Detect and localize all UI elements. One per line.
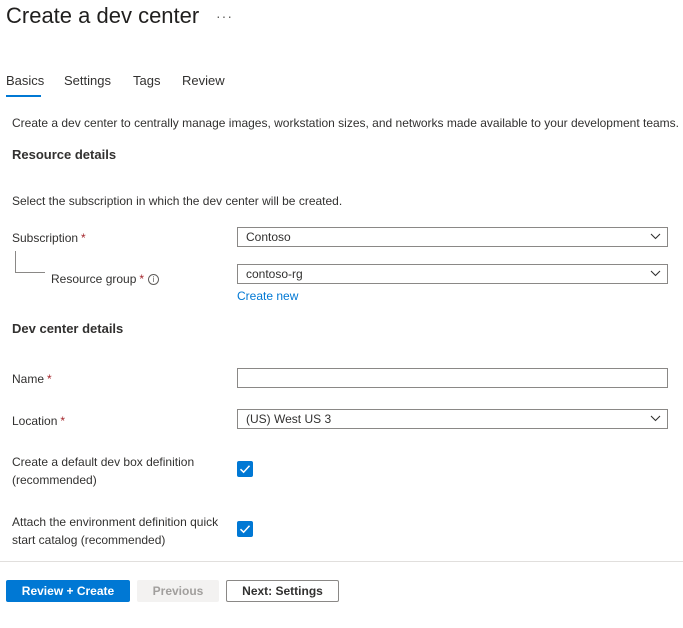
env-catalog-label-line1: Attach the environment definition quick (12, 515, 219, 529)
page-title: Create a dev center (6, 3, 200, 28)
default-dev-box-checkbox[interactable] (237, 461, 253, 477)
required-indicator: * (81, 231, 86, 245)
tab-settings[interactable]: Settings (64, 73, 111, 88)
checkmark-icon (239, 525, 251, 534)
subscription-description: Select the subscription in which the dev… (12, 194, 343, 208)
resource-details-heading: Resource details (12, 147, 117, 162)
env-catalog-checkbox[interactable] (237, 521, 253, 537)
location-dropdown[interactable]: (US) West US 3 (237, 409, 668, 429)
required-indicator: * (139, 272, 145, 286)
resource-group-dropdown[interactable]: contoso-rg (237, 264, 668, 284)
subscription-dropdown[interactable]: Contoso (237, 227, 668, 247)
required-indicator: * (47, 372, 52, 386)
location-label: Location * (12, 414, 65, 428)
subscription-label: Subscription * (12, 231, 86, 245)
name-input[interactable] (237, 368, 668, 388)
chevron-down-icon (650, 233, 661, 240)
create-new-link[interactable]: Create new (237, 289, 298, 303)
tab-basics[interactable]: Basics (6, 73, 44, 88)
default-dev-box-label-line2: (recommended) (12, 473, 97, 487)
chevron-down-icon (650, 270, 661, 277)
footer-divider (0, 561, 683, 562)
resource-group-label-text: Resource group (51, 272, 137, 286)
name-label-text: Name (12, 372, 45, 386)
required-indicator: * (60, 414, 66, 428)
name-label: Name * (12, 372, 52, 386)
subscription-label-text: Subscription (12, 231, 79, 245)
location-label-text: Location (12, 414, 58, 428)
next-settings-button[interactable]: Next: Settings (226, 580, 339, 602)
info-icon[interactable]: i (148, 274, 160, 285)
default-dev-box-label-line1: Create a default dev box definition (12, 455, 195, 469)
subscription-value: Contoso (246, 230, 291, 244)
checkmark-icon (239, 465, 251, 474)
dev-center-details-heading: Dev center details (12, 321, 124, 336)
active-tab-indicator (6, 95, 41, 97)
tree-connector (15, 251, 45, 273)
resource-group-label: Resource group * i (51, 272, 160, 286)
tab-tags[interactable]: Tags (133, 73, 160, 88)
previous-button[interactable]: Previous (137, 580, 219, 602)
intro-text: Create a dev center to centrally manage … (12, 116, 680, 130)
tab-review[interactable]: Review (182, 73, 225, 88)
resource-group-value: contoso-rg (246, 267, 303, 281)
env-catalog-label-line2: start catalog (recommended) (12, 533, 166, 547)
chevron-down-icon (650, 415, 661, 422)
review-create-button[interactable]: Review + Create (6, 580, 130, 602)
more-options-icon[interactable]: ··· (216, 8, 233, 24)
location-value: (US) West US 3 (246, 412, 332, 426)
